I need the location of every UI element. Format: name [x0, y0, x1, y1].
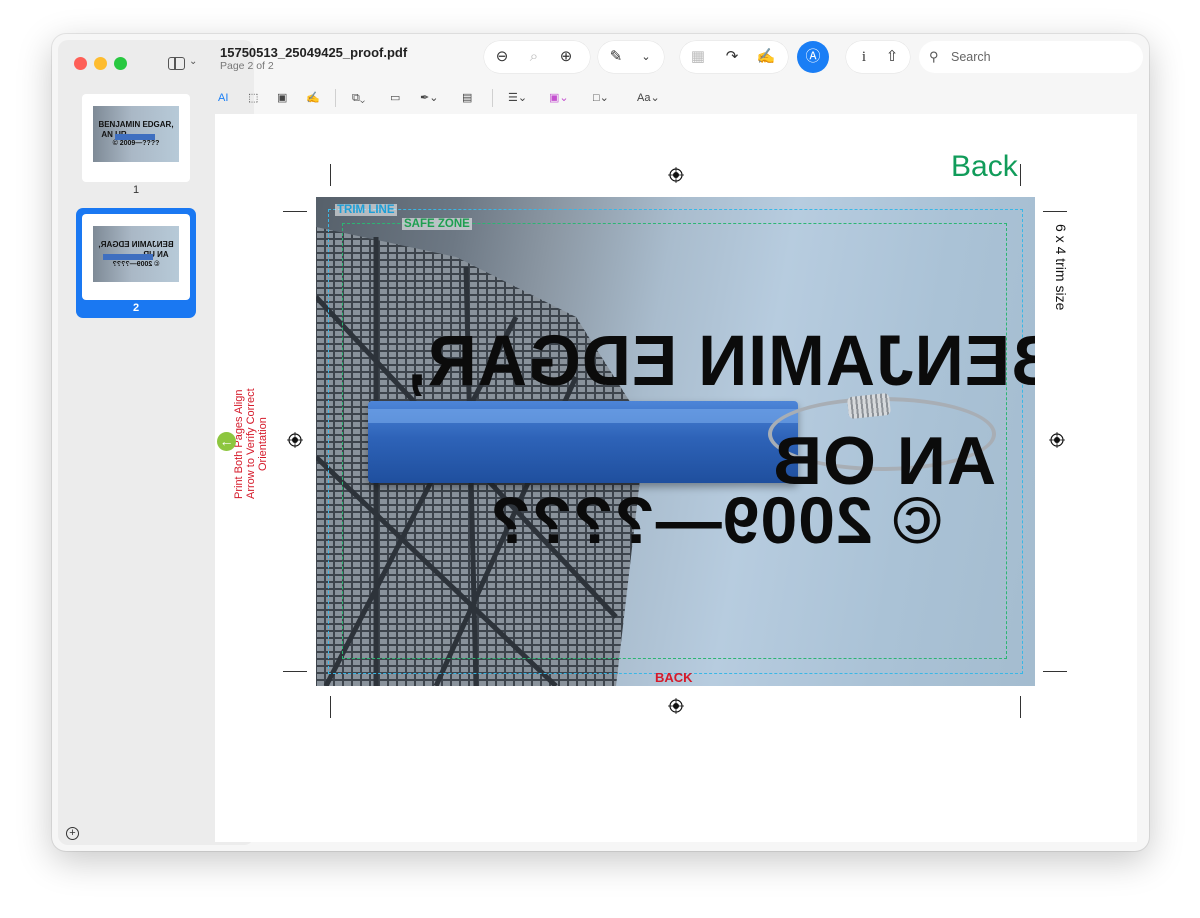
add-page-icon[interactable]: + — [66, 827, 79, 840]
zoom-controls: ⊖ ⌕ ⊕ — [484, 41, 590, 73]
sidebar-icon — [168, 57, 185, 70]
crop-icon[interactable]: ▦ — [688, 48, 708, 66]
thumbnail-text-line1: BENJAMIN EDGAR, — [98, 120, 174, 129]
thumbnail-mirrored-line1: BENJAMIN EDGAR, — [98, 240, 174, 249]
markup-icon: Ⓐ — [805, 48, 821, 65]
close-window-button[interactable] — [74, 57, 87, 70]
thumbnail-preview: BENJAMIN EDGAR, AN UR © 2009—???? — [93, 106, 179, 162]
page-indicator: Page 2 of 2 — [220, 60, 274, 72]
text-style-button[interactable]: Aa⌄ — [637, 90, 660, 106]
edit-controls: ▦ ↷ ✍ — [680, 41, 788, 73]
text-selection-tool[interactable]: AI — [218, 90, 228, 106]
registration-mark-icon — [287, 432, 303, 448]
signature-icon[interactable]: ✍ — [756, 48, 776, 66]
border-color-icon[interactable]: ▣⌄ — [549, 90, 569, 106]
text-box-icon[interactable]: ▭ — [390, 90, 400, 106]
search-field[interactable]: ⚲ — [919, 41, 1143, 73]
page-thumbnail-1[interactable]: BENJAMIN EDGAR, AN UR © 2009—???? — [82, 94, 190, 182]
minimize-window-button[interactable] — [94, 57, 107, 70]
markup-button[interactable]: Ⓐ — [797, 41, 829, 73]
sketch-icon[interactable]: ✍ — [306, 90, 320, 106]
page-thumbnail-2-selected[interactable]: BENJAMIN EDGAR, AN UR © 2009—???? 2 — [76, 208, 196, 318]
text-style-label: Aa — [637, 92, 651, 104]
thumbnail-tube — [115, 134, 155, 140]
thumbnail-text-line3: © 2009—???? — [112, 140, 160, 147]
actual-size-icon[interactable]: ⌕ — [524, 48, 544, 66]
thumbnail-tube — [103, 254, 153, 260]
sign-icon[interactable]: ✒⌄ — [420, 90, 438, 106]
preview-window: ⌄ BENJAMIN EDGAR, AN UR © 2009—???? 1 BE… — [52, 34, 1149, 851]
orientation-arrow-icon: ← — [217, 432, 236, 451]
mirrored-copyright-text: © 2009—???? — [489, 483, 942, 557]
info-icon[interactable]: i — [854, 48, 874, 66]
crop-mark — [330, 164, 331, 186]
rotate-icon[interactable]: ↷ — [722, 48, 742, 66]
rect-selection-icon[interactable]: ⬚ — [248, 90, 258, 106]
crop-mark — [283, 671, 307, 672]
registration-mark-icon — [668, 167, 684, 183]
smart-lasso-icon[interactable]: ▣ — [277, 90, 287, 106]
trim-line-label: TRIM LINE — [335, 204, 397, 216]
thumbnail-mirrored-line3: © 2009—???? — [112, 261, 160, 268]
card-back-artwork: TRIM LINE SAFE ZONE BENJAMIN EDGAR, AN O… — [316, 197, 1035, 686]
page-number-1: 1 — [132, 184, 140, 196]
zoom-window-button[interactable] — [114, 57, 127, 70]
chevron-down-icon: ⌄ — [189, 56, 198, 67]
search-icon: ⚲ — [929, 49, 939, 64]
zoom-out-icon[interactable]: ⊖ — [492, 48, 512, 66]
mirrored-name-text: BENJAMIN EDGAR, — [406, 321, 1035, 401]
pdf-page-view: Back 6 x 4 trim size Print Both Pages Al… — [215, 114, 1137, 842]
crop-mark — [1020, 164, 1021, 186]
fill-color-icon[interactable]: □⌄ — [593, 90, 609, 106]
highlight-icon[interactable]: ✎ — [606, 48, 626, 66]
toolbar-divider — [492, 89, 493, 107]
info-share-controls: i ⇧ — [846, 41, 910, 73]
crop-mark — [283, 211, 307, 212]
shapes-icon[interactable]: ⧉⌄ — [352, 90, 365, 106]
safe-zone-label: SAFE ZONE — [402, 218, 472, 230]
note-icon[interactable]: ▤ — [462, 90, 472, 106]
toolbar-divider — [335, 89, 336, 107]
sidebar-toggle-button[interactable]: ⌄ — [168, 55, 198, 73]
page-thumbnail-2[interactable]: BENJAMIN EDGAR, AN UR © 2009—???? — [82, 214, 190, 300]
crop-mark — [1043, 671, 1067, 672]
document-title: 15750513_25049425_proof.pdf — [220, 45, 408, 60]
share-icon[interactable]: ⇧ — [882, 48, 902, 66]
print-instructions: Print Both Pages Align Arrow to Verify C… — [233, 388, 269, 500]
chevron-down-icon[interactable]: ⌄ — [636, 48, 656, 66]
page-number-2: 2 — [132, 302, 140, 314]
key-ring-clasp — [846, 392, 892, 420]
trim-size-label: 6 x 4 trim size — [1053, 224, 1069, 311]
crop-mark — [1043, 211, 1067, 212]
back-label: BACK — [655, 670, 693, 685]
crop-mark — [330, 696, 331, 718]
line-style-icon[interactable]: ☰⌄ — [508, 90, 527, 106]
registration-mark-icon — [668, 698, 684, 714]
crop-mark — [1020, 696, 1021, 718]
search-input[interactable] — [951, 48, 1131, 66]
highlight-controls: ✎ ⌄ — [598, 41, 664, 73]
thumbnail-preview: BENJAMIN EDGAR, AN UR © 2009—???? — [93, 226, 179, 282]
back-heading: Back — [951, 150, 1018, 183]
registration-mark-icon — [1049, 432, 1065, 448]
zoom-in-icon[interactable]: ⊕ — [556, 48, 576, 66]
